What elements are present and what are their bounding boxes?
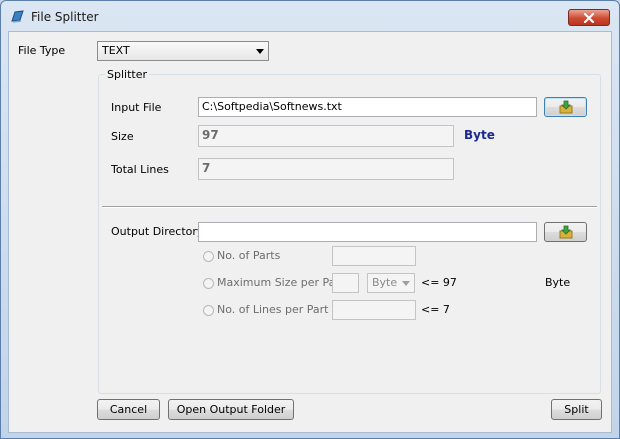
open-output-folder-button[interactable]: Open Output Folder [168,399,294,420]
size-unit: Byte [464,128,495,142]
input-file-browse-button[interactable] [544,97,587,117]
window-title: File Splitter [31,10,99,24]
max-size-unit-select: Byte [367,273,415,293]
no-of-lines-field [332,300,416,320]
dialog-client-area: File Type TEXT Splitter Input File C:\So… [8,31,612,433]
close-button[interactable] [568,9,610,26]
folder-arrow-icon [559,100,573,114]
max-size-unit-value: Byte [372,276,398,289]
no-of-parts-label: No. of Parts [217,249,281,262]
title-bar[interactable]: File Splitter [1,1,619,31]
separator [102,206,597,208]
folder-arrow-icon [559,225,573,239]
output-directory-field[interactable] [198,222,537,242]
no-of-lines-limit: <= 7 [421,303,450,316]
splitter-group-title: Splitter [105,68,149,81]
file-splitter-window: File Splitter File Type TEXT Splitter In… [0,0,620,439]
total-lines-field: 7 [198,158,454,180]
no-of-parts-radio[interactable] [203,251,214,262]
size-field: 97 [198,125,454,147]
close-icon [583,13,595,23]
total-lines-label: Total Lines [111,163,169,176]
max-size-radio[interactable] [203,278,214,289]
max-size-limit: <= 97 [421,276,457,289]
file-type-value: TEXT [102,44,130,57]
no-of-lines-label: No. of Lines per Part [217,303,329,316]
max-size-label: Maximum Size per Part [217,276,345,289]
app-icon [11,10,24,23]
output-directory-label: Output Directory [111,225,204,238]
max-size-field [332,273,359,293]
input-file-label: Input File [111,101,162,114]
chevron-down-icon [402,281,410,286]
size-label: Size [111,130,134,143]
output-directory-browse-button[interactable] [544,222,587,242]
file-type-label: File Type [18,44,66,57]
max-size-unit: Byte [545,276,571,289]
input-file-field[interactable]: C:\Softpedia\Softnews.txt [198,97,537,117]
split-button[interactable]: Split [551,399,602,420]
file-type-select[interactable]: TEXT [97,41,269,61]
no-of-lines-radio[interactable] [203,305,214,316]
cancel-button[interactable]: Cancel [97,399,160,420]
no-of-parts-field [332,246,416,266]
chevron-down-icon [256,49,264,54]
